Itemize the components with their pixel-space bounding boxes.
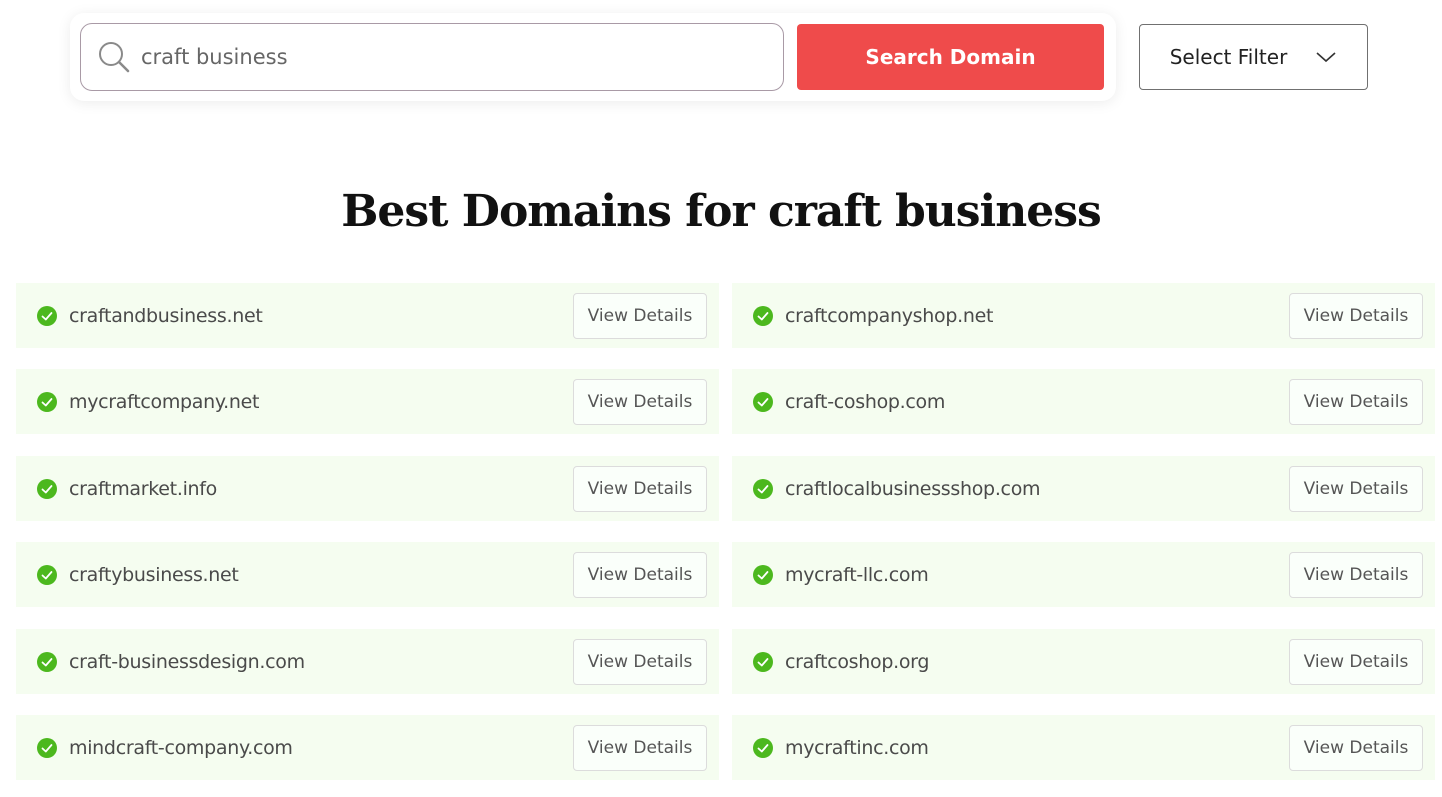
domain-name: craftmarket.info — [69, 477, 218, 500]
domain-name: mindcraft-company.com — [69, 736, 293, 759]
check-circle-icon — [753, 478, 773, 499]
page-title: Best Domains for craft business — [0, 186, 1442, 237]
view-details-button[interactable]: View Details — [1289, 638, 1423, 685]
check-circle-icon — [37, 737, 57, 758]
view-details-button[interactable]: View Details — [573, 724, 707, 771]
search-input[interactable] — [141, 37, 741, 77]
check-circle-icon — [753, 737, 773, 758]
domain-name: craftybusiness.net — [69, 563, 239, 586]
view-details-button[interactable]: View Details — [1289, 724, 1423, 771]
domain-result-item: craftmarket.info View Details — [16, 456, 719, 521]
domain-name: mycraft-llc.com — [785, 563, 929, 586]
select-filter-label: Select Filter — [1169, 45, 1288, 69]
view-details-button[interactable]: View Details — [573, 465, 707, 512]
check-circle-icon — [753, 305, 773, 326]
check-circle-icon — [37, 564, 57, 585]
view-details-button[interactable]: View Details — [1289, 378, 1423, 425]
view-details-button[interactable]: View Details — [573, 551, 707, 598]
search-domain-button[interactable]: Search Domain — [797, 24, 1104, 90]
domain-name: craft-coshop.com — [785, 390, 946, 413]
check-circle-icon — [37, 651, 57, 672]
view-details-button[interactable]: View Details — [573, 638, 707, 685]
domain-result-item: craft-businessdesign.com View Details — [16, 629, 719, 694]
check-circle-icon — [37, 305, 57, 326]
domain-result-item: mycraftcompany.net View Details — [16, 369, 719, 434]
domain-name: craft-businessdesign.com — [69, 650, 305, 673]
check-circle-icon — [753, 391, 773, 412]
check-circle-icon — [37, 478, 57, 499]
domain-name: craftcoshop.org — [785, 650, 930, 673]
check-circle-icon — [753, 564, 773, 585]
domain-result-item: craftcompanyshop.net View Details — [732, 283, 1435, 348]
domain-name: craftlocalbusinessshop.com — [785, 477, 1041, 500]
domain-result-item: craftandbusiness.net View Details — [16, 283, 719, 348]
view-details-button[interactable]: View Details — [1289, 292, 1423, 339]
domain-name: craftandbusiness.net — [69, 304, 263, 327]
chevron-down-icon — [1316, 52, 1336, 63]
view-details-button[interactable]: View Details — [573, 292, 707, 339]
domain-result-item: craftcoshop.org View Details — [732, 629, 1435, 694]
search-icon — [99, 42, 130, 73]
search-field[interactable] — [80, 23, 784, 91]
title-prefix: Best Domains for — [341, 186, 768, 237]
domain-result-item: craftlocalbusinessshop.com View Details — [732, 456, 1435, 521]
check-circle-icon — [37, 391, 57, 412]
domain-name: mycraftcompany.net — [69, 390, 260, 413]
title-keyword: craft business — [767, 186, 1102, 237]
domain-name: mycraftinc.com — [785, 736, 929, 759]
domain-result-item: craftybusiness.net View Details — [16, 542, 719, 607]
domain-result-item: mycraft-llc.com View Details — [732, 542, 1435, 607]
domain-result-item: mindcraft-company.com View Details — [16, 715, 719, 780]
domain-name: craftcompanyshop.net — [785, 304, 994, 327]
view-details-button[interactable]: View Details — [1289, 551, 1423, 598]
domain-result-item: mycraftinc.com View Details — [732, 715, 1435, 780]
check-circle-icon — [753, 651, 773, 672]
search-bar: Search Domain — [70, 13, 1116, 101]
select-filter-dropdown[interactable]: Select Filter — [1139, 24, 1368, 90]
domain-result-item: craft-coshop.com View Details — [732, 369, 1435, 434]
view-details-button[interactable]: View Details — [573, 378, 707, 425]
view-details-button[interactable]: View Details — [1289, 465, 1423, 512]
